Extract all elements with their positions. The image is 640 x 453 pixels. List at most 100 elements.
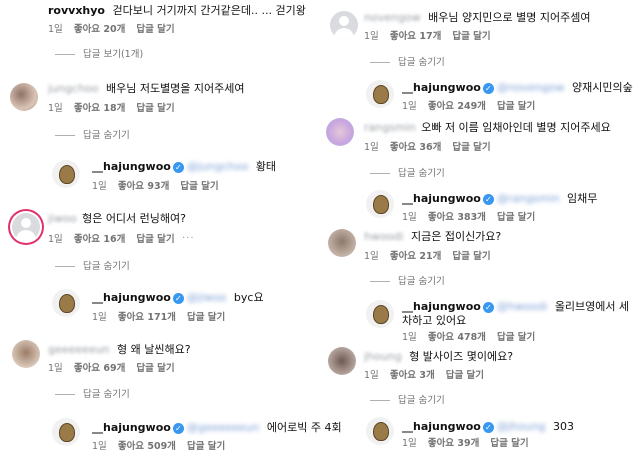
like-count[interactable]: 좋아요 383개 — [428, 212, 486, 223]
comment-username[interactable]: __hajungwoo — [402, 192, 481, 205]
reply-button[interactable]: 답글 달기 — [452, 142, 490, 153]
comment-text: 황태 — [255, 160, 277, 173]
avatar[interactable] — [12, 340, 40, 368]
comment-username[interactable]: __hajungwoo — [92, 160, 171, 173]
mention-link[interactable]: @jhoung — [497, 420, 546, 433]
hide-replies-toggle[interactable]: 답글 숨기기 — [55, 261, 130, 273]
comment-username[interactable]: __hajungwoo — [92, 291, 171, 304]
like-count[interactable]: 좋아요 69개 — [74, 363, 126, 374]
hide-replies-toggle[interactable]: 답글 숨기기 — [55, 130, 130, 142]
reply-button[interactable]: 답글 달기 — [187, 312, 225, 323]
verified-badge-icon: ✓ — [172, 422, 184, 434]
comment-time: 1일 — [48, 363, 63, 374]
reply-button[interactable]: 답글 달기 — [452, 31, 490, 42]
verified-badge-icon: ✓ — [482, 193, 494, 205]
hide-replies-toggle[interactable]: 답글 숨기기 — [370, 168, 445, 180]
comment-text: 배우님 저도별명을 지어주세여 — [105, 82, 245, 95]
reply-button[interactable]: 답글 달기 — [180, 181, 218, 192]
reply-button[interactable]: 답글 달기 — [136, 234, 174, 245]
like-count[interactable]: 좋아요 93개 — [118, 181, 170, 192]
hide-replies-toggle[interactable]: 답글 숨기기 — [370, 276, 445, 288]
comment-username[interactable]: jhoung — [364, 350, 402, 363]
like-count[interactable]: 좋아요 20개 — [74, 24, 126, 35]
like-count[interactable]: 좋아요 17개 — [390, 31, 442, 42]
avatar[interactable] — [52, 418, 80, 446]
comment-text: 지금은 접이신가요? — [410, 230, 502, 243]
reply-button[interactable]: 답글 달기 — [446, 370, 484, 381]
mention-link[interactable]: @rangsmin — [497, 192, 560, 205]
like-count[interactable]: 좋아요 39개 — [428, 438, 480, 449]
reply-button[interactable]: 답글 달기 — [497, 332, 535, 343]
avatar[interactable] — [366, 417, 394, 445]
comment-username[interactable]: geeeeeeun — [48, 343, 110, 356]
reply-button[interactable]: 답글 달기 — [136, 103, 174, 114]
avatar[interactable] — [366, 80, 394, 108]
comment-username[interactable]: __hajungwoo — [402, 81, 481, 94]
comment-username[interactable]: jiwoo — [48, 212, 77, 225]
comment-text: 배우님 양지민으로 별명 지어주셈여 — [428, 11, 591, 24]
mention-link[interactable]: @hwoodi — [497, 300, 547, 313]
hide-replies-toggle[interactable]: 답글 숨기기 — [55, 389, 130, 401]
verified-badge-icon: ✓ — [482, 82, 494, 94]
like-count[interactable]: 좋아요 21개 — [390, 251, 442, 262]
avatar[interactable] — [328, 229, 356, 257]
comment-username[interactable]: hwoodi — [364, 230, 403, 243]
like-count[interactable]: 좋아요 18개 — [74, 103, 126, 114]
comment-username[interactable]: __hajungwoo — [402, 300, 481, 313]
comment-time: 1일 — [364, 251, 379, 262]
avatar[interactable] — [366, 190, 394, 218]
like-count[interactable]: 좋아요 509개 — [118, 441, 176, 452]
avatar[interactable] — [366, 300, 394, 328]
reply-button[interactable]: 답글 달기 — [490, 438, 528, 449]
comment-text: 오빠 저 이름 임채아인데 별명 지어주세요 — [421, 121, 611, 134]
reply-button[interactable]: 답글 달기 — [497, 101, 535, 112]
view-replies-toggle[interactable]: 답글 보기(1개) — [55, 49, 143, 61]
reply-button[interactable]: 답글 달기 — [497, 212, 535, 223]
reply-button[interactable]: 답글 달기 — [452, 251, 490, 262]
like-count[interactable]: 좋아요 36개 — [390, 142, 442, 153]
verified-badge-icon: ✓ — [172, 292, 184, 304]
like-count[interactable]: 좋아요 16개 — [74, 234, 126, 245]
like-count[interactable]: 좋아요 478개 — [428, 332, 486, 343]
avatar[interactable] — [52, 160, 80, 188]
hide-replies-toggle[interactable]: 답글 숨기기 — [370, 57, 445, 69]
comment-time: 1일 — [48, 24, 63, 35]
reply-button[interactable]: 답글 달기 — [136, 363, 174, 374]
verified-badge-icon: ✓ — [482, 421, 494, 433]
mention-link[interactable]: @jiwoo — [187, 291, 227, 304]
comment-text: 형은 어디서 런닝해여? — [82, 212, 186, 225]
avatar[interactable] — [52, 289, 80, 317]
comment-username[interactable]: jungchoo — [48, 82, 98, 95]
comment-time: 1일 — [48, 234, 63, 245]
comment-text: 303 — [553, 420, 575, 433]
right-comment-column: novengow 배우님 양지민으로 별명 지어주셈여 1일 좋아요 17개 답… — [320, 0, 640, 453]
comment-username[interactable]: __hajungwoo — [402, 420, 481, 433]
like-count[interactable]: 좋아요 171개 — [118, 312, 176, 323]
reply-button[interactable]: 답글 달기 — [136, 24, 174, 35]
mention-link[interactable]: @jungchoo — [187, 160, 248, 173]
comment-username[interactable]: rovvxhyo — [48, 4, 105, 17]
avatar[interactable] — [330, 11, 358, 39]
comment-username[interactable]: __hajungwoo — [92, 421, 171, 434]
comment-text: 양재시민의숲 — [572, 81, 633, 94]
like-count[interactable]: 좋아요 249개 — [428, 101, 486, 112]
comment-text: byc요 — [233, 291, 264, 304]
comment-time: 1일 — [402, 438, 417, 449]
avatar[interactable] — [12, 213, 40, 241]
avatar[interactable] — [328, 347, 356, 375]
mention-link[interactable]: @novengow — [497, 81, 565, 94]
comment-time: 1일 — [364, 142, 379, 153]
avatar[interactable] — [326, 118, 354, 146]
comment-username[interactable]: rangsmin — [364, 121, 416, 134]
like-count[interactable]: 좋아요 3개 — [390, 370, 435, 381]
comment-username[interactable]: novengow — [364, 11, 421, 24]
more-options-icon[interactable]: ··· — [182, 233, 195, 244]
comment-time: 1일 — [92, 181, 107, 192]
reply-button[interactable]: 답글 달기 — [187, 441, 225, 452]
mention-link[interactable]: @geeeeeeun — [187, 421, 260, 434]
avatar[interactable] — [10, 83, 38, 111]
hide-replies-toggle[interactable]: 답글 숨기기 — [370, 395, 445, 407]
comment-time: 1일 — [402, 332, 417, 343]
verified-badge-icon: ✓ — [172, 161, 184, 173]
left-comment-column: rovvxhyo 걷다보니 거기까지 간거같은데.. ... 걷기왕 1일 좋아… — [0, 0, 342, 453]
